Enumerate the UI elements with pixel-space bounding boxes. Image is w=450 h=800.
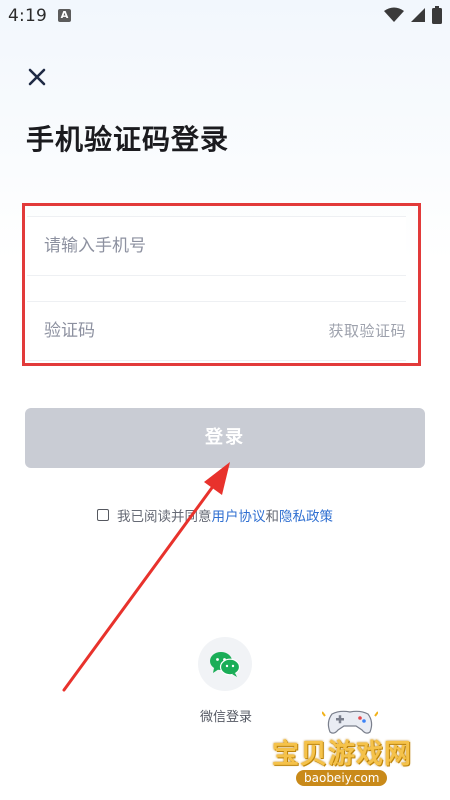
wechat-login-label: 微信登录	[199, 710, 252, 725]
watermark-domain: baobeiy.com	[296, 770, 388, 786]
battery-icon	[432, 6, 442, 24]
agreement-checkbox[interactable]	[97, 509, 109, 521]
agreement-and: 和	[265, 509, 280, 525]
watermark-logo: 宝贝游戏网 baobeiy.com	[272, 710, 444, 794]
system-icons	[384, 6, 442, 24]
notification-badge-icon: A	[58, 9, 71, 22]
signal-icon	[411, 8, 425, 22]
watermark-name: 宝贝游戏网	[272, 739, 412, 770]
privacy-policy-link[interactable]: 隐私政策	[279, 505, 333, 525]
agreement-prefix: 我已阅读并同意	[117, 509, 212, 525]
close-button[interactable]	[24, 64, 50, 90]
wechat-login-button[interactable]	[198, 637, 252, 691]
wechat-icon	[210, 652, 241, 677]
login-button[interactable]: 登录	[25, 408, 425, 468]
close-icon	[28, 68, 46, 86]
highlight-box	[22, 203, 421, 366]
page-title: 手机验证码登录	[26, 123, 230, 156]
status-bar: 4:19 A	[0, 0, 450, 32]
status-time: 4:19	[8, 6, 47, 26]
agreement-row: 我已阅读并同意 用户协议 和 隐私政策	[97, 505, 333, 525]
user-agreement-link[interactable]: 用户协议	[212, 505, 266, 525]
wifi-icon	[384, 7, 404, 22]
